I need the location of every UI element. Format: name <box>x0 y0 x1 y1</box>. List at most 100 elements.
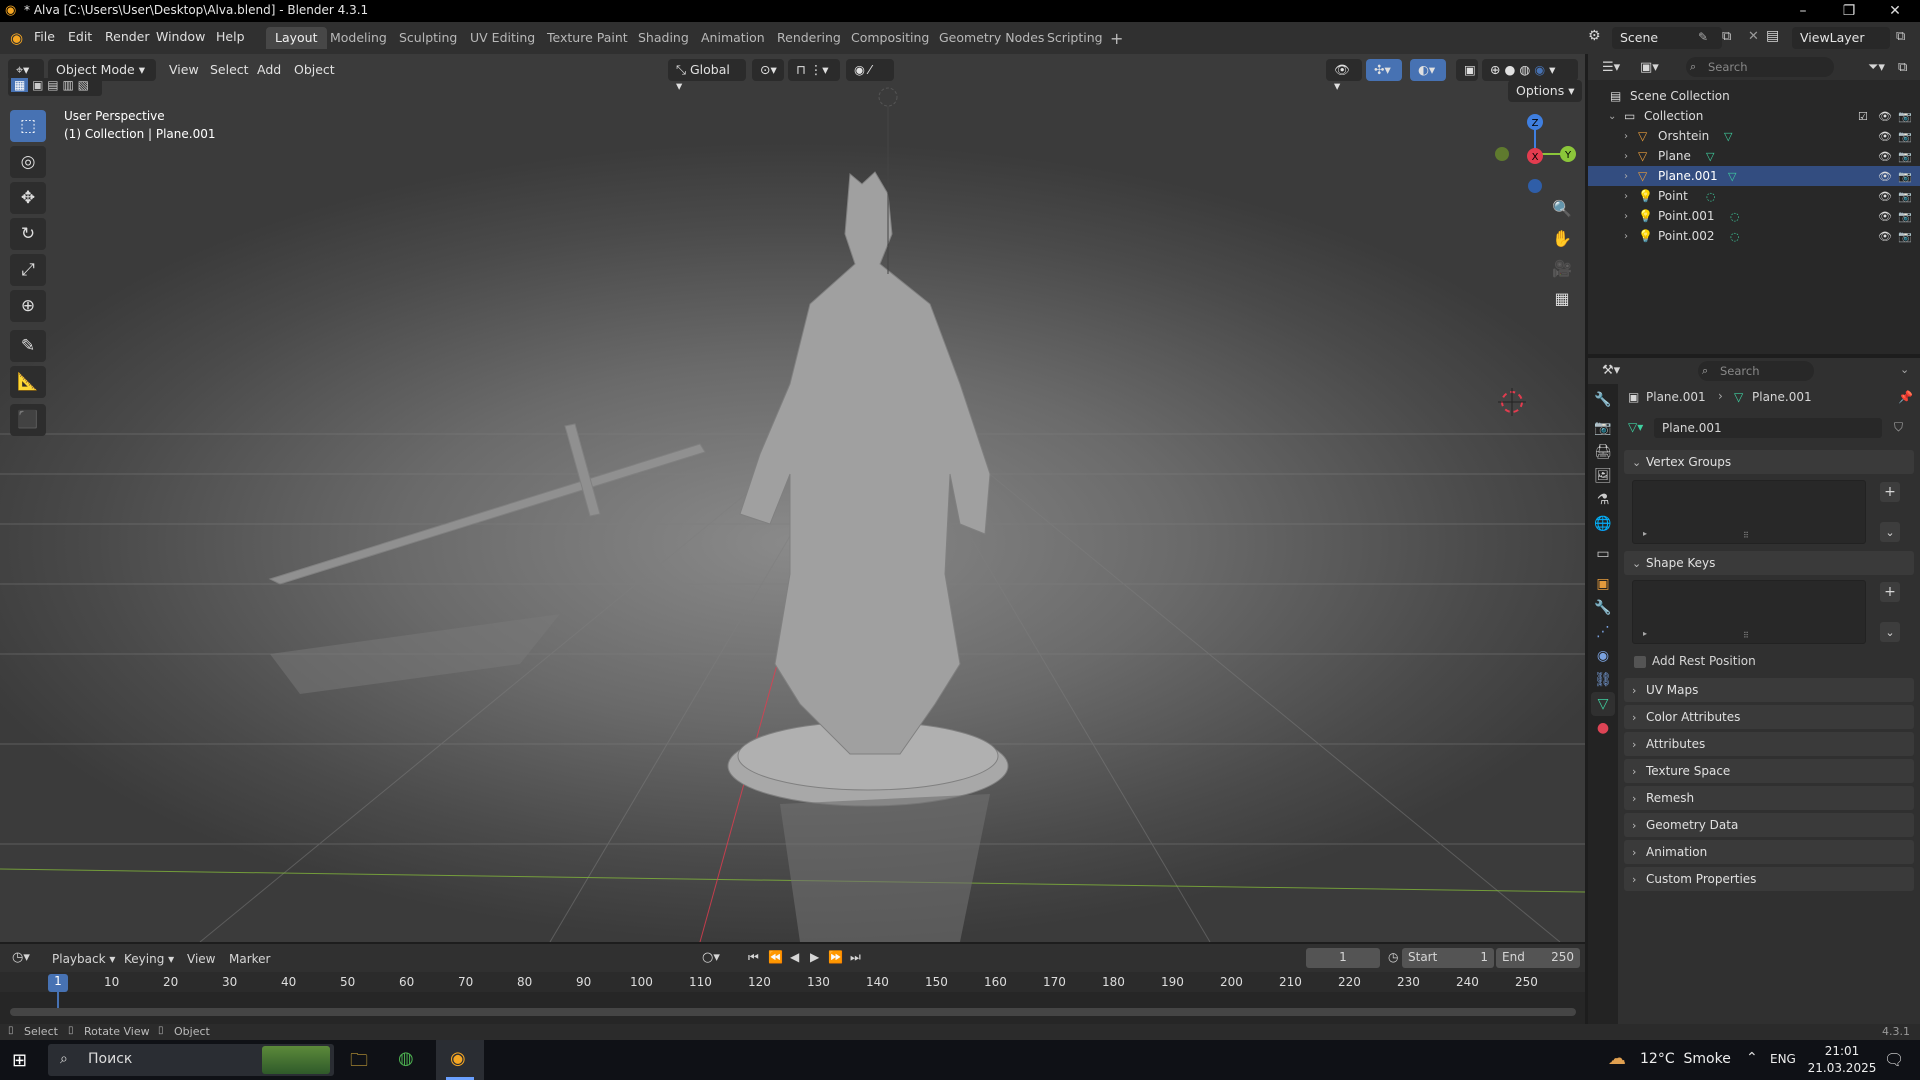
list-expand-icon[interactable]: ▸ <box>1643 629 1647 638</box>
visibility-eye-icon[interactable]: 👁 <box>1878 190 1892 203</box>
minimize-button[interactable]: – <box>1780 0 1826 22</box>
add-vertex-group-button[interactable]: + <box>1880 482 1900 502</box>
properties-editor-type-icon[interactable]: ⚒▾ <box>1602 363 1620 378</box>
panel-vertex-groups[interactable]: ⌄ Vertex Groups <box>1624 450 1914 474</box>
start-frame-field[interactable]: Start 1 <box>1402 948 1494 968</box>
outliner-editor-type-icon[interactable]: ☰▾ <box>1602 60 1620 75</box>
scene-tab-icon[interactable]: ⚗ <box>1591 488 1615 512</box>
visibility-eye-icon[interactable]: 👁 <box>1878 130 1892 143</box>
tab-uv-editing[interactable]: UV Editing <box>461 27 544 49</box>
notifications-icon[interactable]: 🗨 <box>1884 1050 1904 1069</box>
visibility-eye-icon[interactable]: 👁 <box>1878 230 1892 243</box>
shape-key-menu-button[interactable]: ⌄ <box>1880 622 1900 642</box>
pan-hand-icon[interactable]: ✋ <box>1546 222 1578 254</box>
visibility-eye-icon[interactable]: 👁 <box>1878 210 1892 223</box>
frame-range-clock-icon[interactable]: ◷ <box>1388 950 1398 964</box>
3d-viewport[interactable]: ⌖▾ Object Mode ▾ View Select Add Object … <box>0 54 1585 942</box>
new-viewlayer-icon[interactable]: ⧉ <box>1896 29 1905 44</box>
panel-attributes[interactable]: › Attributes <box>1624 732 1914 756</box>
render-camera-icon[interactable]: 📷 <box>1898 230 1912 243</box>
play-reverse-icon[interactable]: ◀ <box>790 950 799 964</box>
chrome-icon[interactable]: ◍ <box>398 1048 414 1069</box>
play-icon[interactable]: ▶ <box>810 950 819 964</box>
expand-chevron-icon[interactable]: › <box>1624 191 1628 202</box>
move-tool-icon[interactable]: ✥ <box>10 182 46 214</box>
zoom-icon[interactable]: 🔍 <box>1546 192 1578 224</box>
light-data-icon[interactable]: ◌ <box>1730 210 1740 223</box>
file-explorer-icon[interactable]: 🗀 <box>350 1048 368 1078</box>
outliner-item-orshtein[interactable]: › ▽ Orshtein ▽ 👁 📷 <box>1588 126 1920 146</box>
xray-icon[interactable]: ▣ <box>1456 59 1478 81</box>
close-button[interactable]: ✕ <box>1872 0 1918 22</box>
vertex-groups-list[interactable]: ▸ ⠿ <box>1632 480 1866 544</box>
mesh-browse-icon[interactable]: ▽▾ <box>1628 420 1643 434</box>
timeline-menu-playback[interactable]: Playback ▾ <box>52 952 115 966</box>
panel-texture-space[interactable]: › Texture Space <box>1624 759 1914 783</box>
add-rest-position-checkbox[interactable] <box>1634 656 1646 668</box>
panel-color-attributes[interactable]: › Color Attributes <box>1624 705 1914 729</box>
next-keyframe-icon[interactable]: ⏩ <box>828 950 843 964</box>
viewport-menu-add[interactable]: Add <box>257 62 281 77</box>
pivot-point-icon[interactable]: ⊙▾ <box>752 59 784 81</box>
outliner-item-plane[interactable]: › ▽ Plane ▽ 👁 📷 <box>1588 146 1920 166</box>
perspective-grid-icon[interactable]: ▦ <box>1546 282 1578 314</box>
transform-tool-icon[interactable]: ⊕ <box>10 290 46 322</box>
outliner-scene-collection[interactable]: ▤ Scene Collection <box>1588 86 1920 106</box>
pin-icon[interactable]: ✎ <box>1698 30 1708 44</box>
tab-geometry-nodes[interactable]: Geometry Nodes <box>930 27 1053 49</box>
auto-keying-icon[interactable]: ○▾ <box>702 950 720 965</box>
tray-chevron-up-icon[interactable]: ⌃ <box>1746 1050 1758 1066</box>
render-camera-icon[interactable]: 📷 <box>1898 150 1912 163</box>
outliner-item-point[interactable]: › 💡 Point ◌ 👁 📷 <box>1588 186 1920 206</box>
menu-render[interactable]: Render <box>105 29 150 44</box>
tab-modeling[interactable]: Modeling <box>321 27 396 49</box>
timeline-editor-type-icon[interactable]: ◷▾ <box>12 950 30 965</box>
tab-layout[interactable]: Layout <box>266 27 327 49</box>
viewport-menu-view[interactable]: View <box>169 62 199 77</box>
overlay-toggle-icon[interactable]: ◐▾ <box>1410 59 1446 81</box>
weather-text[interactable]: 12°C Smoke <box>1640 1051 1731 1067</box>
jump-end-icon[interactable]: ⏭ <box>850 950 861 965</box>
add-shape-key-button[interactable]: + <box>1880 582 1900 602</box>
current-frame-field[interactable]: 1 <box>1306 948 1380 968</box>
blender-taskbar-icon[interactable]: ◉ <box>450 1048 466 1069</box>
expand-chevron-icon[interactable]: › <box>1624 231 1628 242</box>
panel-custom-properties[interactable]: › Custom Properties <box>1624 867 1914 891</box>
gizmo-neg-z-axis[interactable] <box>1528 179 1542 193</box>
material-tab-icon[interactable]: ● <box>1591 716 1615 740</box>
windows-start-icon[interactable]: ⊞ <box>12 1050 27 1071</box>
navigation-gizmo[interactable]: Z Y X <box>1490 106 1580 196</box>
outliner-collection[interactable]: ⌄ ▭ Collection ☑ 👁 📷 <box>1588 106 1920 126</box>
list-expand-icon[interactable]: ▸ <box>1643 529 1647 538</box>
mesh-name-field[interactable]: Plane.001 <box>1654 418 1882 438</box>
modifiers-tab-icon[interactable]: 🔧 <box>1591 596 1615 620</box>
world-tab-icon[interactable]: 🌐 <box>1591 512 1615 536</box>
expand-chevron-icon[interactable]: › <box>1624 171 1628 182</box>
filter-icon[interactable]: ⏷▾ <box>1868 60 1885 75</box>
select-new-icon[interactable]: ▦ <box>11 78 29 92</box>
language-indicator[interactable]: ENG <box>1770 1052 1796 1066</box>
collapse-chevron-icon[interactable]: ⌄ <box>1608 111 1616 122</box>
shading-rendered-icon[interactable]: ◉ <box>1534 62 1545 77</box>
viewport-menu-select[interactable]: Select <box>210 62 249 77</box>
maximize-button[interactable]: ❐ <box>1826 0 1872 22</box>
expand-chevron-icon[interactable]: › <box>1624 211 1628 222</box>
select-box-tool-icon[interactable]: ⬚ <box>10 110 46 142</box>
tab-shading[interactable]: Shading <box>629 27 698 49</box>
proportional-edit-icon[interactable]: ◉ ⁄ <box>846 59 894 81</box>
list-resize-handle-icon[interactable]: ⠿ <box>1743 631 1749 640</box>
render-camera-icon[interactable]: 📷 <box>1898 210 1912 223</box>
new-scene-icon[interactable]: ⧉ <box>1722 29 1731 44</box>
measure-tool-icon[interactable]: 📐 <box>10 366 46 398</box>
render-camera-icon[interactable]: 📷 <box>1898 130 1912 143</box>
menu-window[interactable]: Window <box>156 29 205 44</box>
prev-keyframe-icon[interactable]: ⏪ <box>768 950 783 964</box>
fake-user-shield-icon[interactable]: ⛉ <box>1894 420 1903 435</box>
pin-icon[interactable]: 📌 <box>1898 390 1913 404</box>
render-camera-icon[interactable]: 📷 <box>1898 110 1912 123</box>
clock-time[interactable]: 21:01 <box>1812 1044 1872 1058</box>
physics-tab-icon[interactable]: ◉ <box>1591 644 1615 668</box>
list-resize-handle-icon[interactable]: ⠿ <box>1743 531 1749 540</box>
render-camera-icon[interactable]: 📷 <box>1898 190 1912 203</box>
display-mode-icon[interactable]: ▣▾ <box>1640 60 1659 75</box>
